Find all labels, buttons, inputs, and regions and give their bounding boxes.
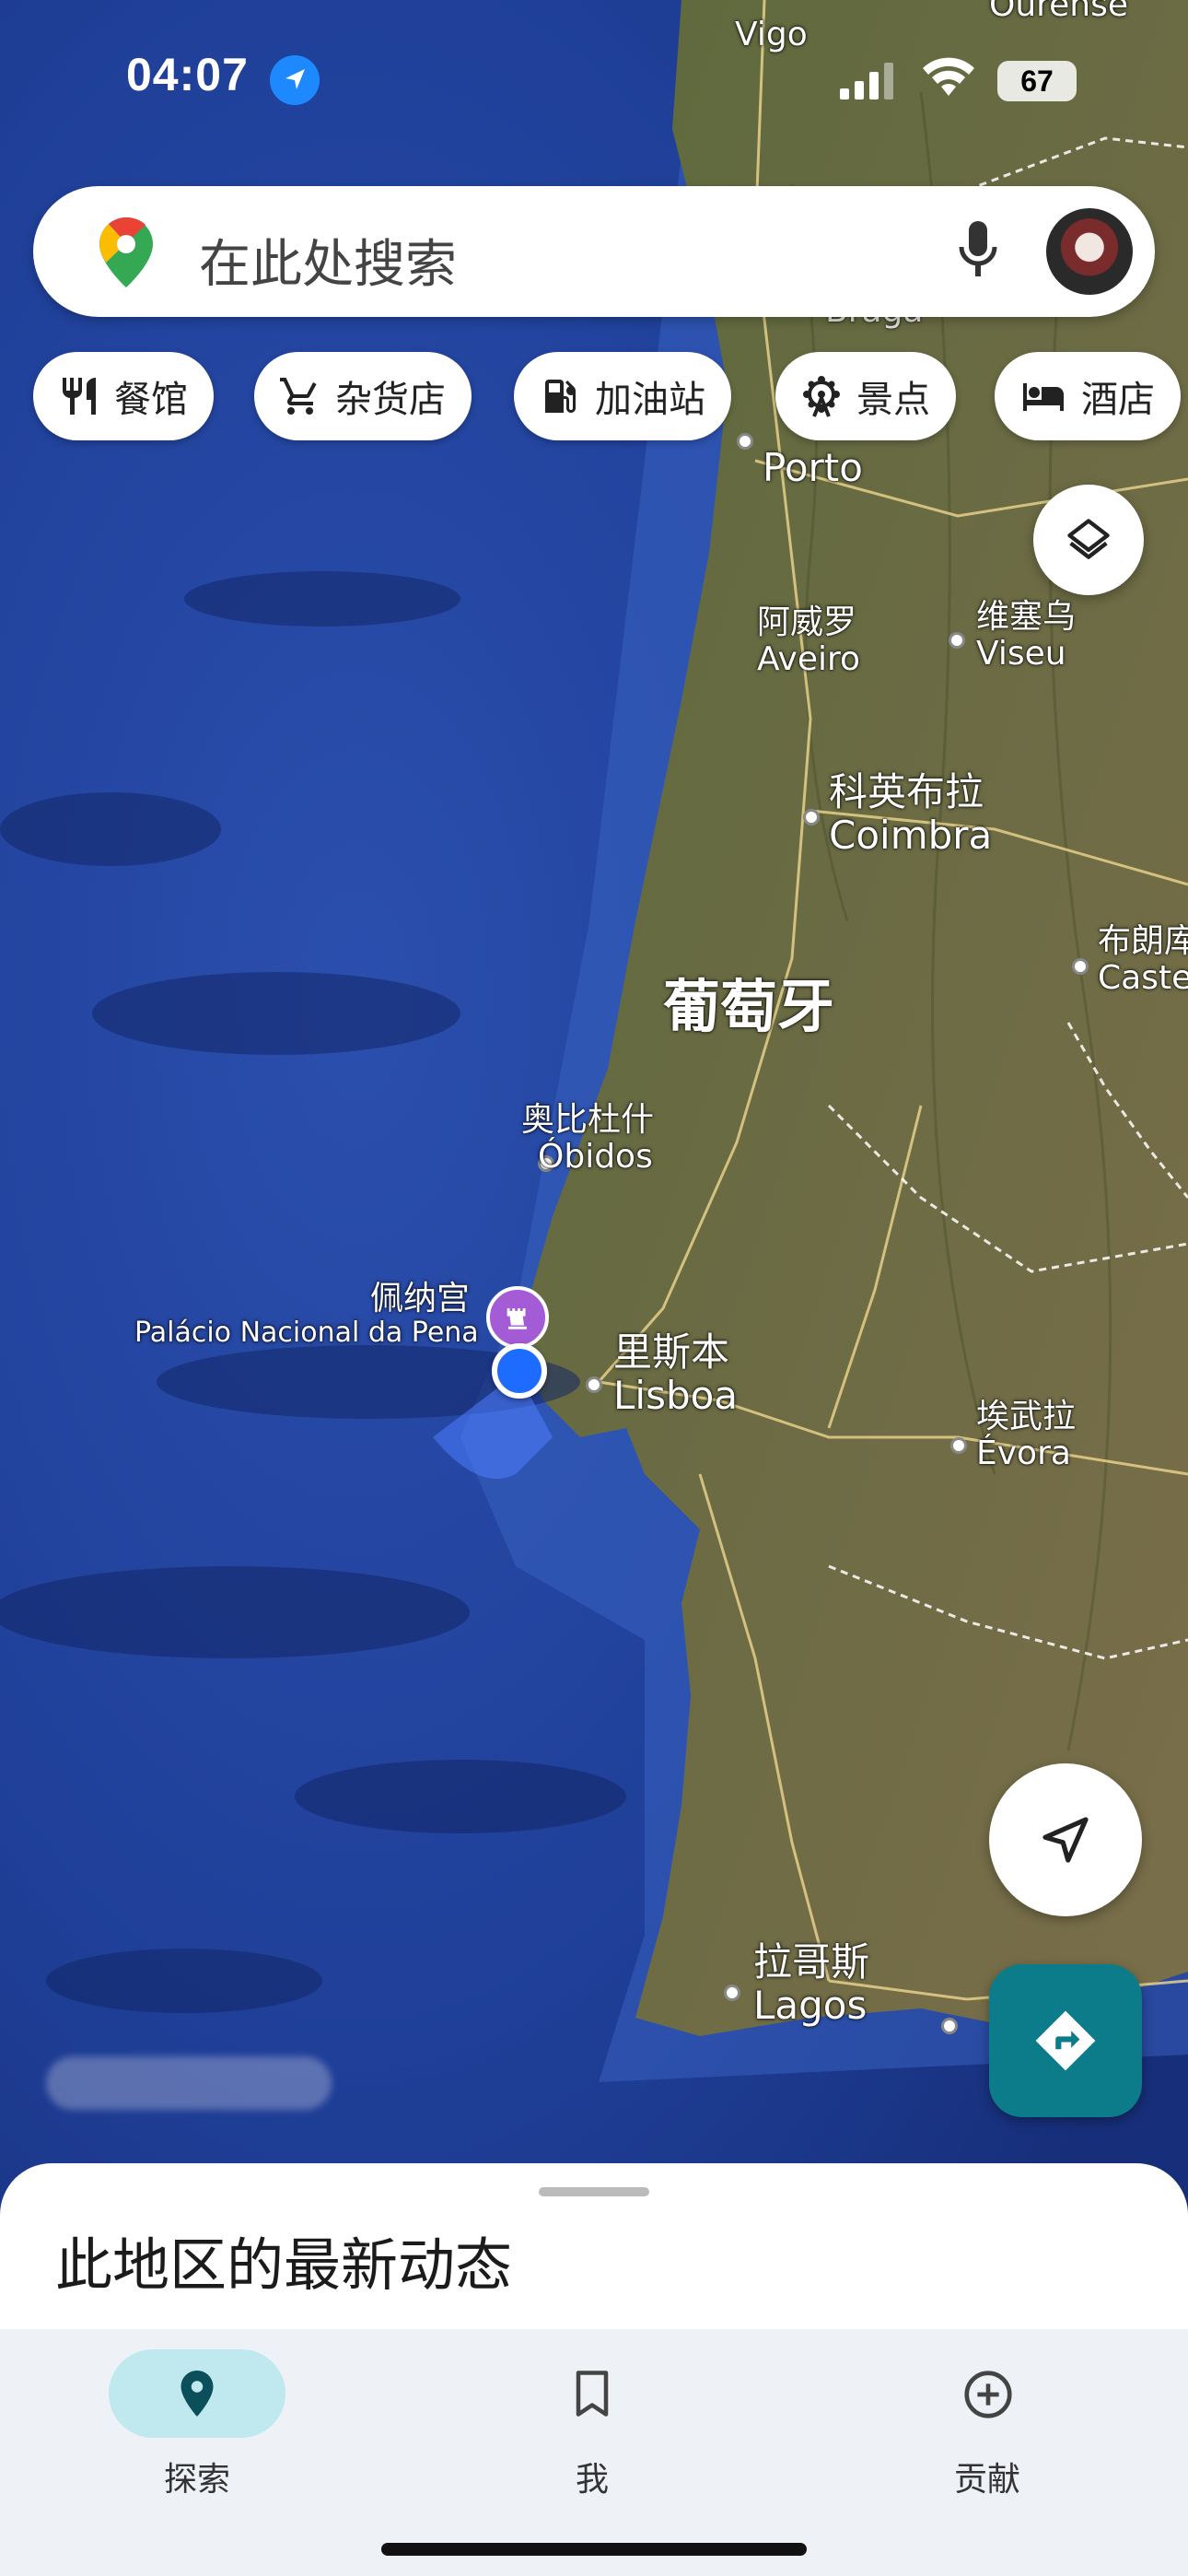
chip-label: 餐馆: [114, 379, 188, 421]
category-chips: 餐馆 杂货店 加油站 景点 酒店: [33, 352, 1188, 440]
chip-gas-stations[interactable]: 加油站: [514, 352, 731, 440]
map-dot-faro: [941, 2018, 958, 2034]
google-maps-logo-icon: [99, 217, 153, 287]
map-dot-castelo: [1072, 958, 1089, 975]
place-en: Porto: [763, 445, 863, 490]
sheet-title: 此地区的最新动态: [55, 2231, 513, 2299]
place-en: Caste: [1098, 959, 1188, 998]
chip-label: 酒店: [1081, 379, 1155, 421]
map-label-evora[interactable]: 埃武拉 Évora: [976, 1398, 1077, 1473]
chip-restaurants[interactable]: 餐馆: [33, 352, 214, 440]
my-location-button[interactable]: [989, 1763, 1142, 1916]
explore-pin-icon: [181, 2371, 214, 2417]
tab-me[interactable]: 我: [448, 2338, 725, 2499]
place-en: Lisboa: [613, 1373, 739, 1419]
place-en: Óbidos: [538, 1138, 653, 1177]
tab-label: 我: [575, 2461, 609, 2499]
bed-icon: [1023, 383, 1064, 411]
restaurant-icon: [63, 378, 96, 415]
directions-button[interactable]: [989, 1964, 1142, 2117]
cart-icon: [280, 378, 317, 415]
map-label-castelo[interactable]: 布朗库 Caste: [1098, 922, 1188, 998]
map-label-country: 葡萄牙: [663, 973, 835, 1040]
tab-contribute[interactable]: 贡献: [844, 2338, 1120, 2499]
chip-label: 景点: [856, 379, 930, 421]
layers-icon: [1067, 519, 1110, 559]
status-time: 04:07: [126, 49, 249, 100]
tab-label: 贡献: [953, 2461, 1020, 2499]
chip-attractions[interactable]: 景点: [775, 352, 956, 440]
place-en: Évora: [976, 1434, 1071, 1473]
sheet-drag-handle[interactable]: [539, 2187, 649, 2196]
map-label-lagos[interactable]: 拉哥斯 Lagos: [753, 1940, 869, 2027]
ferris-wheel-icon: [803, 376, 840, 417]
chip-label: 杂货店: [335, 379, 446, 421]
place-zh: 拉哥斯: [753, 1939, 870, 1985]
tab-explore[interactable]: 探索: [53, 2338, 330, 2499]
chip-hotels[interactable]: 酒店: [995, 352, 1181, 440]
place-en: Viseu: [976, 635, 1066, 673]
layers-button[interactable]: [1033, 485, 1144, 595]
map-dot-lagos: [724, 1985, 740, 2001]
navigation-arrow-icon: [1042, 1817, 1089, 1863]
place-en: Lagos: [753, 1983, 868, 2029]
place-zh: 佩纳宫: [369, 1280, 470, 1317]
map-label-lisboa[interactable]: 里斯本 Lisboa: [613, 1330, 738, 1417]
bottom-navigation: 探索 我 贡献: [0, 2329, 1188, 2576]
directions-icon: [1035, 2010, 1096, 2071]
battery-indicator: 67: [997, 61, 1077, 101]
map-dot-evora: [950, 1437, 967, 1454]
search-bar[interactable]: 在此处搜索: [33, 186, 1155, 317]
bottom-sheet[interactable]: 此地区的最新动态: [0, 2163, 1188, 2329]
home-indicator[interactable]: [381, 2543, 807, 2556]
place-zh: 埃武拉: [976, 1398, 1077, 1435]
chip-label: 加油站: [595, 379, 705, 421]
place-zh: 布朗库: [1098, 922, 1188, 960]
add-circle-icon: [964, 2371, 1012, 2418]
map-label-obidos[interactable]: 奥比杜什 Óbidos: [521, 1101, 655, 1177]
place-zh: 里斯本: [613, 1329, 730, 1375]
place-zh: 维塞乌: [976, 598, 1077, 636]
place-en: Aveiro: [757, 640, 861, 679]
current-location-dot[interactable]: [492, 1343, 547, 1399]
search-input[interactable]: 在此处搜索: [199, 223, 457, 298]
cellular-signal-icon: [840, 63, 893, 100]
map-label-viseu[interactable]: 维塞乌 Viseu: [976, 598, 1077, 673]
place-en: Palácio Nacional da Pena: [134, 1317, 479, 1350]
map-label-aveiro[interactable]: 阿威罗 Aveiro: [757, 603, 861, 679]
bookmark-icon: [576, 2371, 609, 2417]
map-dot-lisboa: [586, 1376, 602, 1393]
location-services-icon: [270, 55, 320, 105]
chip-groceries[interactable]: 杂货店: [254, 352, 472, 440]
map-dot-viseu: [949, 632, 965, 649]
place-zh: 奥比杜什: [521, 1101, 655, 1139]
status-bar: 04:07 67: [0, 0, 1188, 157]
tab-label: 探索: [163, 2461, 230, 2499]
map-dot-coimbra: [803, 809, 820, 825]
google-logo-watermark: [46, 2056, 332, 2110]
profile-avatar[interactable]: [1046, 208, 1133, 295]
map-label-pena[interactable]: 佩纳宫 Palácio Nacional da Pena: [134, 1280, 479, 1350]
map-label-porto[interactable]: Porto: [763, 446, 863, 489]
place-zh: 阿威罗: [757, 603, 857, 641]
wifi-icon: [923, 57, 974, 96]
gas-station-icon: [545, 380, 576, 413]
microphone-icon[interactable]: [956, 219, 1000, 284]
map-label-coimbra[interactable]: 科英布拉 Coimbra: [829, 770, 992, 857]
place-zh: 科英布拉: [829, 769, 984, 814]
landmark-pin-icon[interactable]: [486, 1286, 549, 1349]
place-en: Coimbra: [829, 813, 993, 859]
